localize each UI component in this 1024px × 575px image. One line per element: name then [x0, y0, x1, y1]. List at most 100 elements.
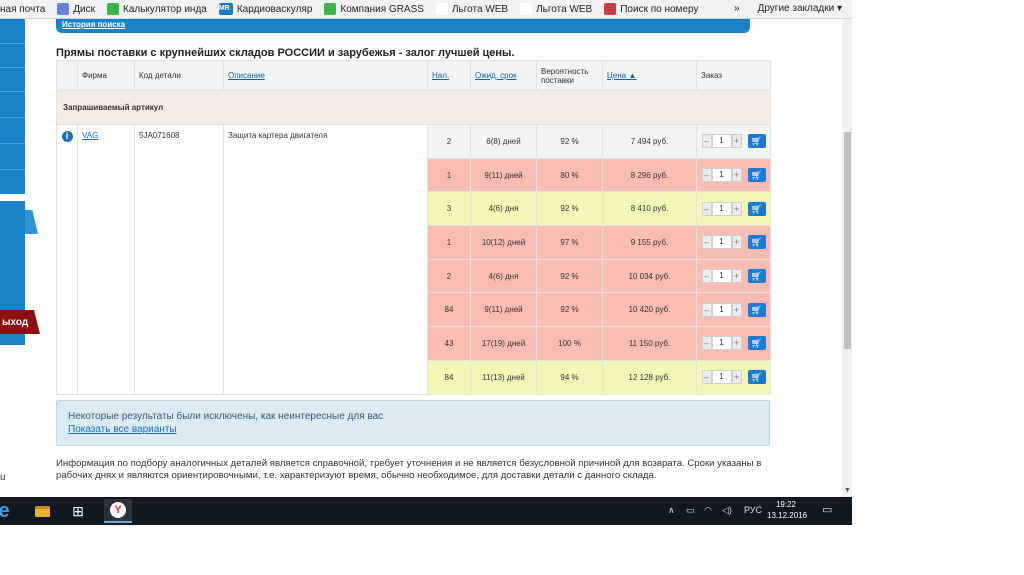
increase-button[interactable]: + — [731, 201, 742, 216]
decrease-button[interactable]: – — [701, 269, 712, 284]
decrease-button[interactable]: – — [701, 235, 712, 250]
bookmark-item[interactable]: ная почта — [0, 4, 45, 15]
history-link[interactable]: История поиска — [56, 19, 750, 33]
order-cell: –1 + 🛒︎ — [696, 191, 771, 227]
increase-button[interactable]: + — [731, 269, 742, 284]
col-avail-label[interactable]: Нал. — [432, 71, 449, 80]
chevron-up-icon[interactable]: ∧ — [668, 505, 675, 516]
decrease-button[interactable]: – — [701, 134, 712, 149]
sidebar-footer-text: u — [0, 472, 6, 483]
scroll-down-arrow-icon[interactable]: ▼ — [844, 487, 851, 494]
store-icon[interactable]: ⊞ — [68, 499, 88, 523]
cart-icon[interactable]: 🛒︎ — [747, 168, 766, 183]
col-eta[interactable]: Ожид. срок — [470, 60, 537, 91]
increase-button[interactable]: + — [731, 168, 742, 183]
file-explorer-icon[interactable] — [32, 499, 52, 523]
quantity-input[interactable]: 1 — [711, 201, 732, 216]
bookmark-item[interactable]: Компания GRASS — [324, 3, 424, 15]
decrease-button[interactable]: – — [701, 336, 712, 351]
cart-icon[interactable]: 🛒︎ — [747, 302, 766, 317]
cart-icon[interactable]: 🛒︎ — [747, 336, 766, 351]
language-indicator[interactable]: РУС — [744, 505, 762, 515]
part-code: 5JA071608 — [134, 124, 224, 395]
decrease-button[interactable]: – — [701, 370, 712, 385]
increase-button[interactable]: + — [731, 302, 742, 317]
cart-icon[interactable]: 🛒︎ — [747, 269, 766, 284]
col-eta-label[interactable]: Ожид. срок — [475, 71, 517, 80]
increase-button[interactable]: + — [731, 235, 742, 250]
decrease-button[interactable]: – — [701, 168, 712, 183]
wifi-icon[interactable]: ◠ — [704, 505, 712, 516]
price: 11 150 руб. — [602, 326, 697, 361]
col-icon — [56, 60, 78, 91]
availability: 84 — [427, 359, 471, 395]
sidebar-menu[interactable] — [0, 19, 25, 194]
col-desc-label[interactable]: Описание — [228, 71, 265, 80]
cart-icon[interactable]: 🛒︎ — [747, 201, 766, 216]
order-cell: –1 + 🛒︎ — [696, 326, 771, 361]
bookmarks-overflow[interactable]: » Другие закладки ▾ — [734, 3, 842, 14]
decrease-button[interactable]: – — [701, 302, 712, 317]
increase-button[interactable]: + — [731, 370, 742, 385]
decrease-button[interactable]: – — [701, 201, 712, 216]
volume-icon[interactable]: ◁) — [722, 505, 732, 516]
firm-link[interactable]: VAG — [82, 131, 98, 140]
bookmark-icon: MR — [218, 3, 233, 15]
page: ет ыход u История поиска Прямы поставки … — [0, 19, 842, 497]
other-bookmarks-button[interactable]: Другие закладки ▾ — [758, 3, 842, 14]
quantity-input[interactable]: 1 — [711, 302, 732, 317]
info-icon[interactable]: i — [61, 131, 73, 142]
price: 12 128 руб. — [602, 359, 697, 395]
col-firm: Фирма — [77, 60, 135, 91]
section-header: Запрашиваемый артикул — [56, 90, 771, 125]
show-all-link[interactable]: Показать все варианты — [68, 423, 758, 436]
quantity-input[interactable]: 1 — [711, 269, 732, 284]
bookmark-icon — [520, 3, 533, 15]
more-bookmarks-chevron-icon[interactable]: » — [734, 3, 740, 14]
availability: 84 — [427, 292, 471, 328]
col-price-label[interactable]: Цена ▲ — [607, 71, 636, 80]
notifications-icon[interactable]: ▭ — [822, 503, 832, 516]
bookmark-item[interactable]: Льгота WEB — [520, 3, 592, 15]
bookmark-item[interactable]: Льгота WEB — [435, 3, 509, 15]
bookmark-icon — [604, 3, 617, 15]
col-price[interactable]: Цена ▲ — [602, 60, 697, 91]
quantity-input[interactable]: 1 — [711, 134, 732, 149]
col-avail[interactable]: Нал. — [427, 60, 471, 91]
bookmark-item[interactable]: MR Кардиоваскуляр — [218, 3, 312, 15]
delivery-probability: 92 % — [536, 292, 603, 328]
clock-date: 13.12.2016 — [767, 511, 808, 520]
edge-icon[interactable]: e — [0, 499, 16, 523]
quantity-input[interactable]: 1 — [711, 370, 732, 385]
delivery-time: 6(8) дней — [470, 124, 537, 159]
increase-button[interactable]: + — [731, 134, 742, 149]
bookmark-icon — [57, 3, 70, 15]
delivery-probability: 100 % — [536, 326, 603, 361]
cart-icon[interactable]: 🛒︎ — [747, 235, 766, 250]
firm-cell: VAG — [77, 124, 135, 395]
bookmark-item[interactable]: Поиск по номеру — [604, 3, 698, 15]
bookmark-item[interactable]: Калькулятор инда — [107, 3, 207, 15]
bookmark-item[interactable]: Диск — [57, 3, 95, 15]
quantity-input[interactable]: 1 — [711, 336, 732, 351]
battery-icon[interactable]: ▭ — [686, 505, 695, 516]
price: 8 296 руб. — [602, 157, 697, 193]
delivery-time: 17(19) дней — [470, 326, 537, 361]
bookmark-icon — [435, 3, 448, 15]
quantity-input[interactable]: 1 — [711, 168, 732, 183]
cart-icon[interactable]: 🛒︎ — [747, 134, 766, 149]
bookmark-label: Компания GRASS — [340, 3, 424, 15]
quantity-input[interactable]: 1 — [711, 235, 732, 250]
scrollbar-thumb[interactable] — [844, 132, 851, 349]
bookmark-label: Льгота WEB — [451, 3, 509, 15]
availability: 3 — [427, 191, 471, 227]
availability: 43 — [427, 326, 471, 361]
col-desc[interactable]: Описание — [223, 60, 428, 91]
cart-icon[interactable]: 🛒︎ — [747, 370, 766, 385]
clock[interactable]: 19:22 13.12.2016 — [767, 499, 808, 521]
order-cell: –1 + 🛒︎ — [696, 292, 771, 328]
order-cell: –1 + 🛒︎ — [696, 124, 771, 159]
logout-button[interactable]: ыход — [0, 310, 40, 334]
increase-button[interactable]: + — [731, 336, 742, 351]
yandex-browser-icon[interactable]: Y — [104, 499, 132, 523]
